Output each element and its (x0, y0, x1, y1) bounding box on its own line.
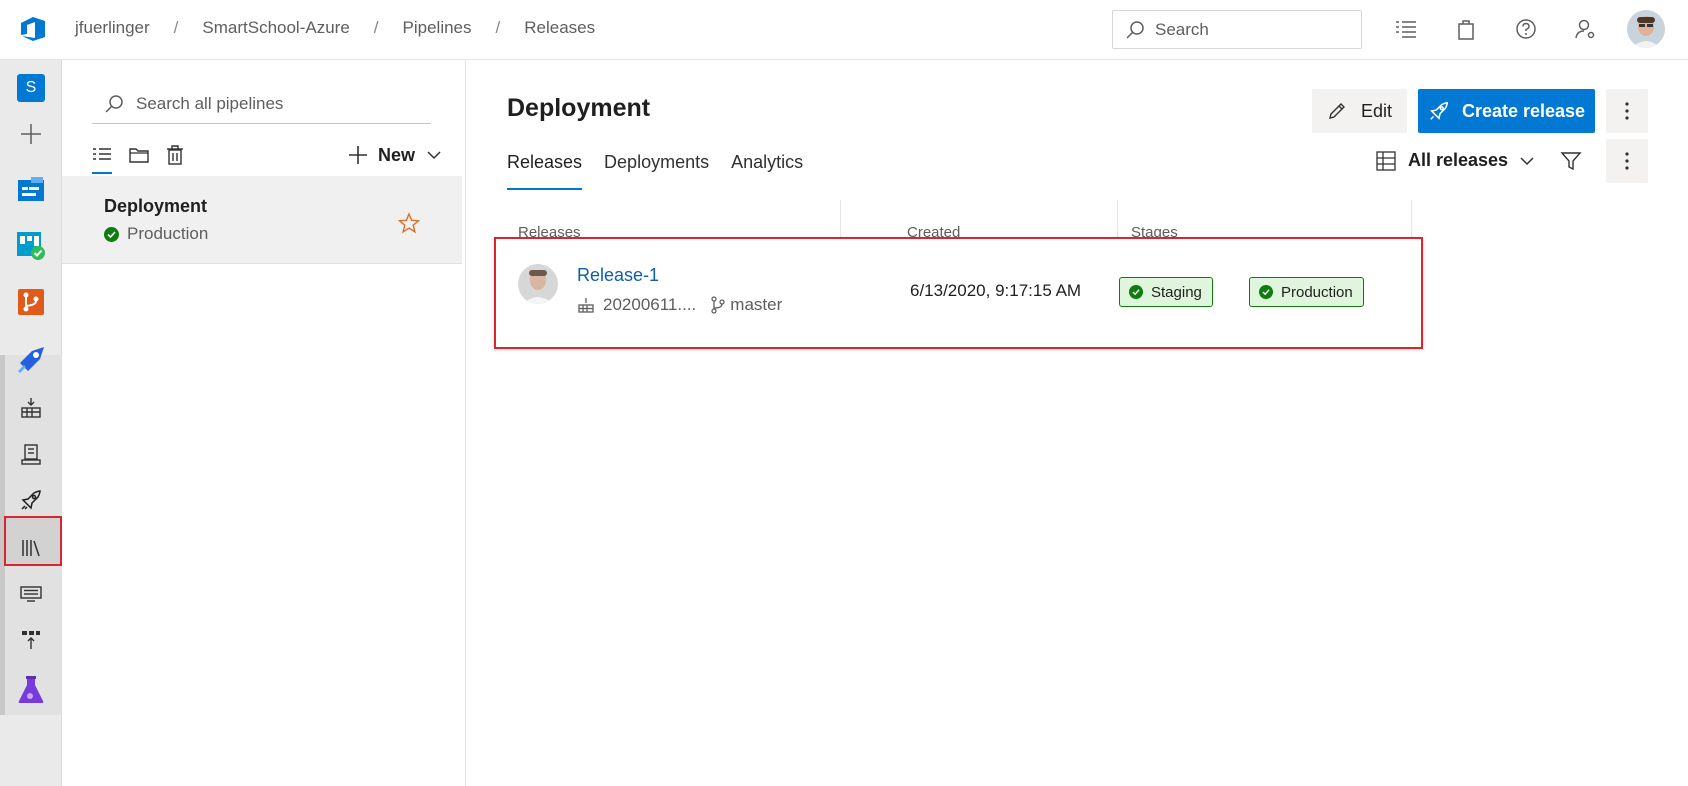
search-pipelines-placeholder: Search all pipelines (136, 93, 284, 113)
view-selector-dropdown[interactable]: All releases (1376, 150, 1534, 171)
add-icon[interactable] (13, 116, 49, 152)
favorite-star-icon[interactable] (398, 212, 420, 234)
branch-icon (710, 296, 726, 314)
release-build-number: 20200611.... (603, 295, 697, 314)
tab-deployments[interactable]: Deployments (604, 152, 709, 190)
new-label: New (378, 144, 416, 165)
page-title: Deployment (507, 94, 651, 122)
breadcrumb-separator: / (495, 18, 501, 37)
release-meta: 20200611.... master (577, 295, 782, 315)
edit-button[interactable]: Edit (1312, 89, 1407, 133)
create-release-button[interactable]: Create release (1418, 89, 1595, 133)
pipeline-list-item[interactable]: Deployment Production (62, 176, 462, 264)
repos-icon[interactable] (13, 284, 49, 320)
more-vertical-icon (1625, 102, 1629, 120)
tab-analytics[interactable]: Analytics (731, 152, 803, 190)
plus-icon (348, 145, 368, 165)
release-created-date: 6/13/2020, 9:17:15 AM (910, 281, 1082, 300)
search-pipelines-input[interactable]: Search all pipelines (92, 84, 431, 124)
chevron-down-icon (1520, 156, 1534, 166)
list-view-active-indicator (92, 172, 112, 174)
release-author-avatar (518, 264, 558, 304)
stage-label: Staging (1151, 283, 1202, 301)
stage-label: Production (1281, 283, 1353, 301)
create-release-label: Create release (1461, 100, 1586, 121)
boards-icon[interactable] (13, 228, 49, 264)
tab-releases[interactable]: Releases (507, 152, 583, 190)
folder-icon[interactable] (128, 144, 150, 166)
test-lab-icon[interactable] (13, 672, 49, 708)
release-name-link[interactable]: Release-1 (577, 265, 659, 286)
more-options-button[interactable] (1606, 139, 1648, 183)
help-icon[interactable] (1514, 17, 1538, 41)
breadcrumb-organization[interactable]: jfuerlinger (75, 18, 150, 38)
build-artifact-icon (577, 296, 595, 314)
stage-badge-production[interactable]: Production (1249, 277, 1364, 307)
check-circle-icon (104, 226, 119, 242)
breadcrumb-pipelines[interactable]: Pipelines (403, 18, 472, 38)
pipeline-environment: Production (127, 224, 209, 243)
stage-badge-staging[interactable]: Staging (1119, 277, 1213, 307)
environments-icon[interactable] (13, 436, 49, 472)
new-pipeline-button[interactable]: New (348, 140, 441, 170)
left-navigation: S (0, 60, 62, 786)
project-avatar[interactable]: S (13, 70, 49, 106)
chevron-down-icon (427, 150, 441, 160)
more-vertical-icon (1625, 152, 1629, 170)
filter-icon[interactable] (1560, 150, 1584, 174)
breadcrumb-project[interactable]: SmartSchool-Azure (202, 18, 349, 38)
list-icon[interactable] (1394, 17, 1418, 41)
azure-devops-logo-icon[interactable] (18, 14, 48, 44)
project-initial: S (17, 74, 45, 102)
library-icon[interactable] (13, 530, 49, 566)
view-selector-label: All releases (1408, 150, 1509, 170)
pipeline-environment-status: Production (104, 224, 208, 244)
breadcrumb-separator: / (373, 18, 379, 37)
grid-icon (1376, 150, 1396, 171)
top-bar: jfuerlinger / SmartSchool-Azure / Pipeli… (0, 0, 1688, 60)
check-circle-icon (1129, 285, 1143, 299)
check-circle-icon (1259, 285, 1273, 299)
pencil-icon (1327, 101, 1347, 121)
list-view-icon[interactable] (91, 144, 113, 166)
rocket-icon (1428, 100, 1450, 122)
more-actions-button[interactable] (1606, 89, 1648, 133)
release-row[interactable]: Release-1 20200611.... master 6/13/2020,… (494, 237, 1423, 349)
deployment-groups-icon[interactable] (13, 622, 49, 658)
pipelines-list-panel: Search all pipelines New Deployment Prod… (62, 60, 466, 786)
main-content: Deployment Edit Create release Releases … (466, 60, 1688, 786)
pipelines-icon[interactable] (13, 342, 49, 378)
task-groups-icon[interactable] (13, 576, 49, 612)
search-icon (104, 94, 124, 114)
user-avatar[interactable] (1627, 10, 1665, 48)
breadcrumb-releases[interactable]: Releases (524, 18, 595, 38)
search-input[interactable]: Search (1112, 10, 1362, 49)
breadcrumb-separator: / (173, 18, 179, 37)
releases-icon[interactable] (13, 482, 49, 518)
user-settings-icon[interactable] (1574, 17, 1598, 41)
release-tabs: Releases Deployments Analytics (507, 152, 825, 190)
release-branch: master (730, 295, 783, 314)
delete-icon[interactable] (164, 144, 186, 166)
pipeline-name: Deployment (104, 196, 208, 216)
builds-icon[interactable] (13, 390, 49, 426)
shopping-bag-icon[interactable] (1454, 17, 1478, 41)
search-placeholder: Search (1155, 19, 1209, 39)
breadcrumb: jfuerlinger / SmartSchool-Azure / Pipeli… (75, 18, 595, 38)
overview-icon[interactable] (13, 172, 49, 208)
search-icon (1125, 20, 1145, 40)
edit-label: Edit (1360, 100, 1393, 121)
